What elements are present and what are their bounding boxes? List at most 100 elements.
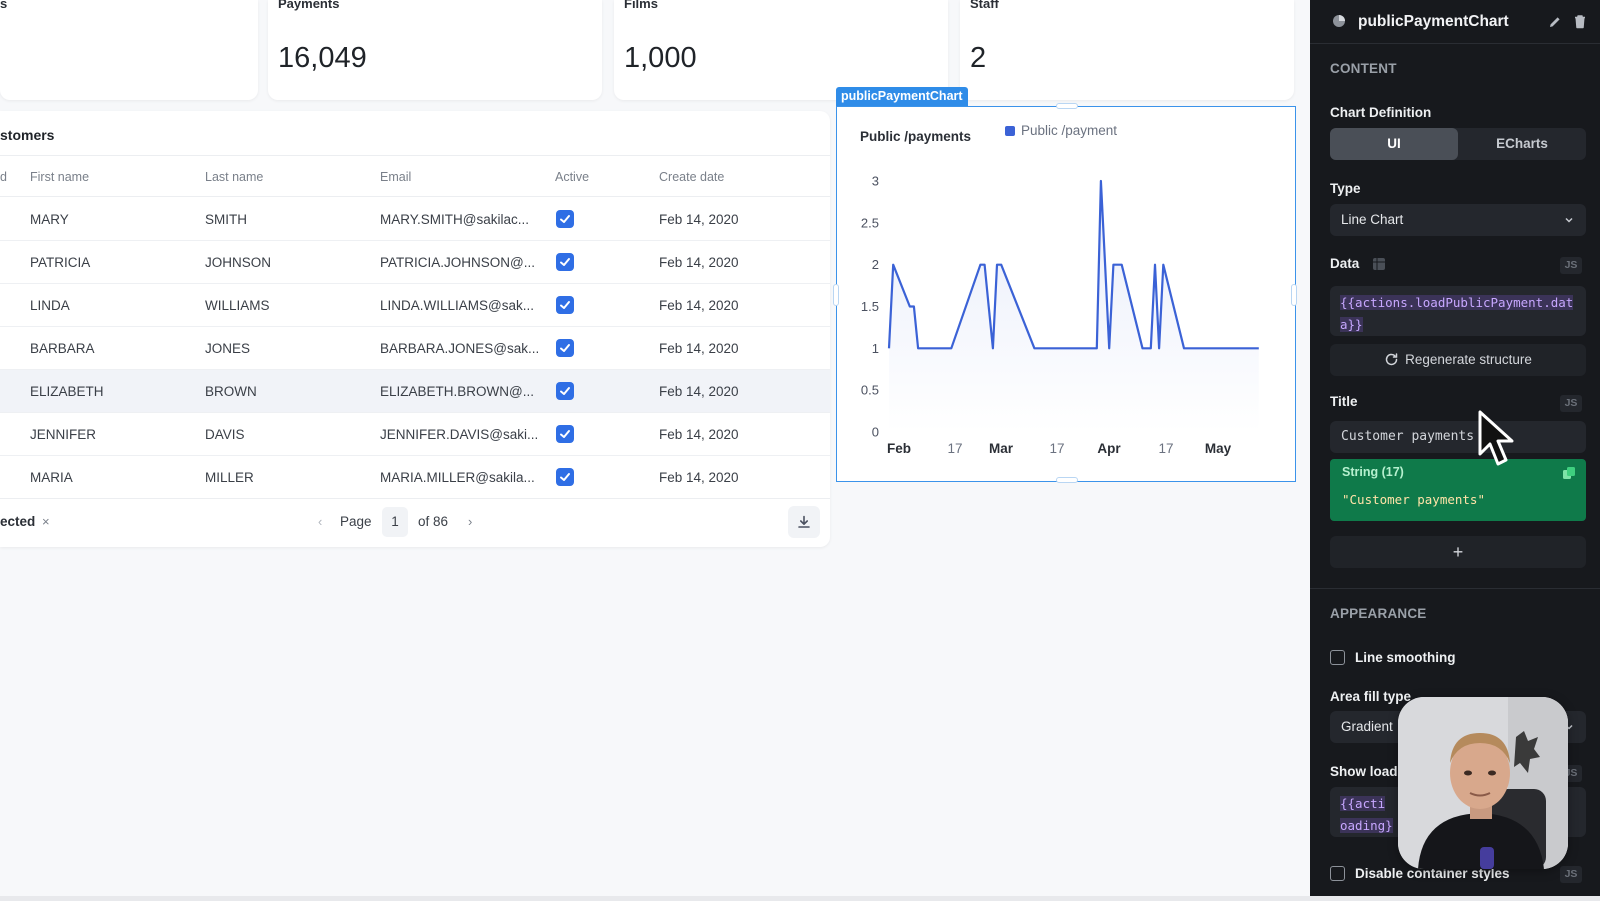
pencil-icon[interactable] (1548, 15, 1562, 29)
cell-last-name: WILLIAMS (205, 298, 270, 313)
series-line (887, 179, 1259, 350)
page-label: Page (340, 514, 372, 529)
table-row[interactable]: PATRICIA JOHNSON PATRICIA.JOHNSON@... Fe… (0, 241, 830, 284)
prev-page-button[interactable]: ‹ (318, 514, 322, 529)
checkmark-icon (560, 344, 570, 352)
data-label: Data (1330, 256, 1360, 271)
title-label: Title (1330, 394, 1358, 409)
column-header-first-name[interactable]: First name (30, 170, 89, 184)
table-row[interactable]: JENNIFER DAVIS JENNIFER.DAVIS@saki... Fe… (0, 413, 830, 456)
disable-js-toggle[interactable]: JS (1560, 866, 1582, 883)
active-checkbox[interactable] (556, 296, 574, 314)
payment-chart-widget[interactable]: Public /payments Public /payment 0 0.5 1 1.… (833, 103, 1297, 483)
checkmark-icon (560, 258, 570, 266)
bottom-strip (0, 896, 1600, 901)
table-row[interactable]: ELIZABETH BROWN ELIZABETH.BROWN@... Feb … (0, 370, 830, 413)
y-tick-label: 1.5 (861, 299, 879, 314)
area-fill-value: Gradient (1341, 719, 1393, 734)
x-tick-label: 17 (1049, 441, 1064, 456)
active-checkbox[interactable] (556, 210, 574, 228)
active-checkbox[interactable] (556, 339, 574, 357)
checkmark-icon (560, 301, 570, 309)
y-tick-label: 2 (872, 257, 879, 272)
cell-last-name: DAVIS (205, 427, 245, 442)
pie-chart-icon (1333, 15, 1345, 27)
data-code-expression: {{actions.loadPublicPayment.data}} (1340, 295, 1574, 332)
table-row[interactable]: LINDA WILLIAMS LINDA.WILLIAMS@sak... Feb… (0, 284, 830, 327)
cell-first-name: LINDA (30, 298, 70, 313)
series-area (889, 181, 1259, 432)
active-checkbox[interactable] (556, 468, 574, 486)
title-input[interactable]: Customer payments (1330, 421, 1586, 453)
checkmark-icon (560, 215, 570, 223)
column-header-email[interactable]: Email (380, 170, 411, 184)
y-tick-label: 0 (872, 425, 879, 440)
table-icon (1373, 258, 1385, 270)
active-checkbox[interactable] (556, 425, 574, 443)
y-tick-label: 1 (872, 341, 879, 356)
data-code-input[interactable]: {{actions.loadPublicPayment.data}} (1330, 286, 1586, 336)
stat-card-payments: Payments 16,049 (268, 0, 602, 100)
cell-email: JENNIFER.DAVIS@saki... (380, 427, 539, 442)
stat-card-value: 16,049 (278, 42, 367, 74)
trash-icon[interactable] (1573, 14, 1587, 29)
cell-create-date: Feb 14, 2020 (659, 470, 739, 485)
next-page-button[interactable]: › (468, 514, 472, 529)
stat-card-label: s (0, 0, 8, 11)
cell-last-name: SMITH (205, 212, 247, 227)
loading-code-line2: oading} (1340, 818, 1393, 833)
chart-type-select[interactable]: Line Chart (1330, 204, 1586, 236)
cell-create-date: Feb 14, 2020 (659, 212, 739, 227)
disable-container-styles-checkbox[interactable] (1330, 866, 1345, 881)
stat-card-films: Films 1,000 (614, 0, 948, 100)
active-checkbox[interactable] (556, 382, 574, 400)
x-tick-label: Mar (989, 441, 1014, 456)
page-number-input[interactable]: 1 (382, 507, 408, 537)
selected-count-label: ected (0, 514, 36, 529)
panel-header: publicPaymentChart (1310, 0, 1600, 44)
table-header: d First name Last name Email Active Crea… (0, 155, 830, 197)
definition-ui-option[interactable]: UI (1330, 128, 1458, 160)
cell-email: PATRICIA.JOHNSON@... (380, 255, 535, 270)
data-js-toggle[interactable]: JS (1560, 257, 1582, 274)
table-row[interactable]: MARIA MILLER MARIA.MILLER@sakila... Feb … (0, 456, 830, 499)
download-icon (798, 515, 810, 528)
cell-create-date: Feb 14, 2020 (659, 341, 739, 356)
title-js-toggle[interactable]: JS (1560, 395, 1582, 412)
active-checkbox[interactable] (556, 253, 574, 271)
stat-card-label: Payments (278, 0, 340, 11)
chart-plot: 0 0.5 1 1.5 2 2.5 3 Feb 17 Mar 17 Apr 17 May (861, 174, 1259, 456)
chart-definition-toggle: UI ECharts (1330, 128, 1586, 160)
refresh-icon (1385, 353, 1398, 366)
table-row[interactable]: BARBARA JONES BARBARA.JONES@sak... Feb 1… (0, 327, 830, 370)
add-series-button[interactable]: + (1330, 536, 1586, 568)
copy-icon[interactable] (1562, 466, 1576, 480)
x-tick-label: Feb (887, 441, 911, 456)
y-tick-label: 2.5 (861, 215, 879, 230)
clear-selection-button[interactable]: × (42, 514, 50, 529)
tooltip-value: "Customer payments" (1342, 492, 1485, 507)
show-loading-label: Show load (1330, 764, 1398, 779)
chart-widget-tag[interactable]: publicPaymentChart (836, 87, 968, 106)
stat-card-value: 1,000 (624, 42, 697, 74)
page-total-label: of 86 (418, 514, 449, 529)
y-tick-label: 3 (872, 174, 879, 189)
cell-email: BARBARA.JONES@sak... (380, 341, 540, 356)
column-header-id[interactable]: d (0, 170, 7, 184)
loading-code-line1: {{acti (1340, 796, 1386, 811)
webcam-overlay (1398, 697, 1568, 869)
chevron-down-icon (1565, 217, 1573, 223)
column-header-last-name[interactable]: Last name (205, 170, 263, 184)
line-smoothing-checkbox[interactable] (1330, 650, 1345, 665)
definition-echarts-option[interactable]: ECharts (1458, 128, 1586, 160)
regenerate-structure-button[interactable]: Regenerate structure (1330, 344, 1586, 376)
line-smoothing-label: Line smoothing (1355, 650, 1456, 665)
tooltip-type: String (17) (1342, 465, 1404, 479)
table-row[interactable]: MARY SMITH MARY.SMITH@sakilac... Feb 14,… (0, 198, 830, 241)
column-header-create-date[interactable]: Create date (659, 170, 724, 184)
column-header-active[interactable]: Active (555, 170, 589, 184)
chart-type-value: Line Chart (1341, 212, 1404, 227)
cell-email: MARIA.MILLER@sakila... (380, 470, 535, 485)
customers-table: stomers d First name Last name Email Act… (0, 111, 830, 547)
download-button[interactable] (788, 506, 820, 538)
